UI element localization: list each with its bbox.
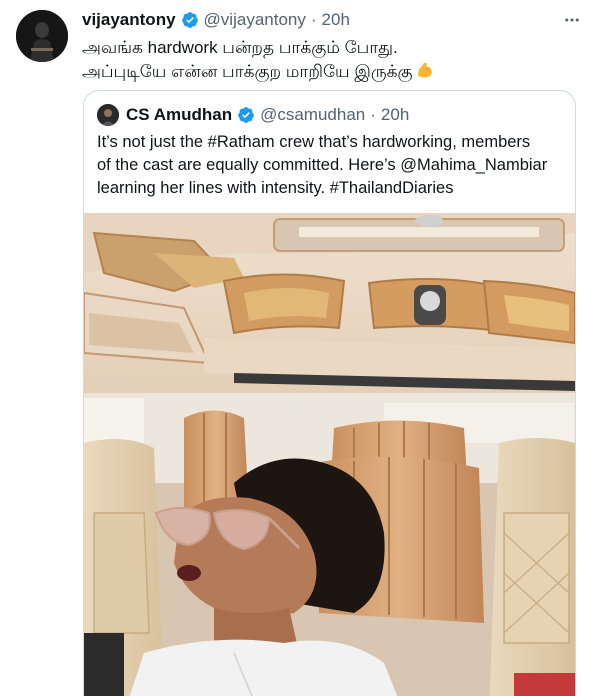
more-options-icon[interactable]	[562, 10, 582, 30]
tweet-text-line-content: அப்புடியே என்ன பாக்குற மாறியே இருக்கு	[82, 62, 413, 81]
quoted-display-name: CS Amudhan	[126, 105, 233, 124]
tweet-text-line: அவங்க hardwork பன்றத பாக்கும் போது.	[82, 38, 398, 57]
quoted-tweet-header: CS Amudhan @csamudhan · 20h	[97, 104, 409, 126]
quoted-timestamp: 20h	[380, 105, 410, 124]
verified-badge-icon	[237, 106, 255, 124]
separator-dot: ·	[310, 10, 317, 29]
quoted-avatar	[97, 104, 119, 126]
quoted-tweet-text: It’s not just the #Ratham crew that’s ha…	[97, 131, 567, 200]
handle[interactable]: @vijayantony	[204, 10, 306, 30]
flexed-biceps-icon	[415, 60, 435, 87]
tweet: vijayantony @vijayantony · 20h அவங்க har…	[0, 0, 600, 696]
tweet-header: vijayantony @vijayantony · 20h	[82, 10, 350, 30]
tweet-text: அவங்க hardwork பன்றத பாக்கும் போது. அப்ப…	[82, 36, 582, 87]
quoted-text-line: of the cast are equally committed. Here’…	[97, 156, 548, 174]
quoted-text-line: It’s not just the #Ratham crew that’s ha…	[97, 133, 531, 151]
display-name[interactable]: vijayantony	[82, 10, 176, 30]
verified-badge-icon	[181, 11, 199, 29]
tweet-text-line: அப்புடியே என்ன பாக்குற மாறியே இருக்கு	[82, 60, 582, 87]
quoted-text-line: learning her lines with intensity. #Thai…	[97, 179, 454, 197]
timestamp[interactable]: 20h	[322, 10, 350, 30]
avatar[interactable]	[16, 10, 68, 62]
quoted-tweet[interactable]: CS Amudhan @csamudhan · 20h It’s not jus…	[83, 90, 576, 696]
separator-dot: ·	[370, 105, 376, 124]
quoted-handle: @csamudhan	[260, 105, 366, 124]
quoted-media-photo[interactable]	[84, 213, 575, 696]
